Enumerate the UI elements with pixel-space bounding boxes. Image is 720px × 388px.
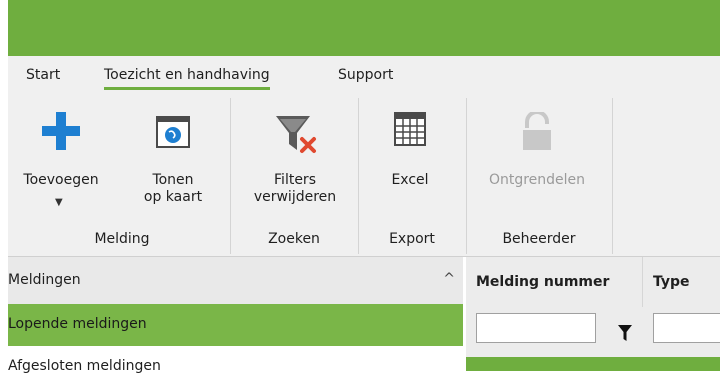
ontgrendelen-button[interactable]: Ontgrendelen (472, 112, 602, 212)
grid-filter-row (466, 307, 720, 357)
column-header-label: Type (653, 274, 690, 290)
map-globe-icon (156, 116, 190, 148)
excel-label: Excel (391, 172, 429, 188)
tonen-op-kaart-button[interactable]: Tonen op kaart (136, 112, 210, 212)
column-header-melding-nummer[interactable]: Melding nummer (466, 257, 643, 307)
group-separator (612, 98, 613, 254)
meldingen-panel-header[interactable]: Meldingen ^ (8, 257, 463, 304)
toevoegen-button[interactable]: Toevoegen ▼ (16, 112, 106, 212)
chevron-up-icon[interactable]: ^ (443, 271, 455, 287)
spreadsheet-icon (394, 112, 426, 146)
funnel-remove-icon (276, 116, 316, 153)
excel-button[interactable]: Excel (366, 112, 454, 212)
sidebar-item-label: Afgesloten meldingen (8, 358, 161, 374)
tab-toezicht-en-handhaving[interactable]: Toezicht en handhaving (104, 67, 270, 90)
filter-icon[interactable] (618, 325, 632, 341)
sidebar-item-label: Lopende meldingen (8, 316, 147, 332)
tab-start[interactable]: Start (26, 67, 60, 83)
tab-support[interactable]: Support (338, 67, 393, 83)
group-label-melding: Melding (94, 231, 150, 247)
ribbon-tab-bar: Start Toezicht en handhaving Support (8, 56, 720, 98)
unlock-icon (523, 112, 551, 150)
group-label-zoeken: Zoeken (268, 231, 320, 247)
toevoegen-label: Toevoegen (23, 172, 99, 188)
sidebar-item-lopende-meldingen[interactable]: Lopende meldingen (8, 304, 463, 346)
filters-label-line2: verwijderen (253, 189, 337, 205)
title-bar (8, 0, 720, 56)
meldingen-panel: Meldingen ^ Lopende meldingen Afgesloten… (8, 257, 463, 374)
group-label-export: Export (389, 231, 435, 247)
column-header-label: Melding nummer (476, 274, 610, 290)
filters-verwijderen-button[interactable]: Filters verwijderen (240, 112, 350, 212)
sidebar-item-afgesloten-meldingen[interactable]: Afgesloten meldingen (8, 346, 463, 388)
tonen-label-line1: Tonen (152, 172, 194, 188)
panel-title: Meldingen (8, 272, 81, 288)
chevron-down-icon: ▼ (55, 197, 63, 208)
column-header-type[interactable]: Type (643, 257, 720, 307)
ribbon: Toevoegen ▼ Tonen op kaart Filters verwi… (8, 98, 720, 257)
ontgrendelen-label: Ontgrendelen (488, 172, 586, 188)
plus-icon (42, 112, 80, 150)
meldingen-grid: Melding nummer Type (466, 257, 720, 371)
filters-label-line1: Filters (274, 172, 316, 188)
filter-input-type[interactable] (653, 313, 720, 343)
tonen-label-line2: op kaart (143, 189, 203, 205)
group-label-beheerder: Beheerder (502, 231, 576, 247)
filter-input-melding-nummer[interactable] (476, 313, 596, 343)
table-row-selected[interactable] (466, 357, 720, 371)
